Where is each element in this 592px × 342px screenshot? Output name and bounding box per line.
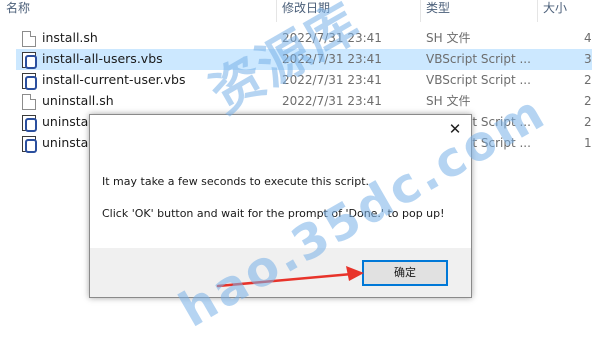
file-size: 2 [584, 94, 592, 108]
dialog-message-line-1: It may take a few seconds to execute thi… [102, 175, 370, 188]
file-date: 2022/7/31 23:41 [282, 73, 382, 87]
file-type: SH 文件 [426, 94, 471, 108]
file-size: 4 [584, 31, 592, 45]
column-divider[interactable] [420, 0, 421, 22]
file-type: SH 文件 [426, 31, 471, 45]
file-size: 2 [584, 73, 592, 87]
ok-button[interactable]: 确定 [362, 260, 448, 286]
file-size: 1 [584, 136, 592, 150]
sh-file-icon [22, 31, 36, 47]
file-row[interactable]: install-current-user.vbs 2022/7/31 23:41… [16, 70, 592, 91]
column-header-bar: 名称 修改日期 类型 大小 [0, 0, 592, 22]
column-header-size[interactable]: 大小 [543, 0, 567, 22]
file-name: uninstall [42, 114, 96, 129]
column-header-type[interactable]: 类型 [426, 0, 450, 22]
vbs-file-icon [22, 73, 37, 90]
vbs-file-icon [22, 136, 37, 153]
vbs-file-icon [22, 52, 37, 69]
file-name: install.sh [42, 30, 98, 45]
file-name: uninstall.sh [42, 93, 114, 108]
column-divider[interactable] [276, 0, 277, 22]
file-row[interactable]: uninstall.sh 2022/7/31 23:41 SH 文件 2 [16, 91, 592, 112]
file-name: uninstall [42, 135, 96, 150]
file-size: 3 [584, 52, 592, 66]
file-row-selected[interactable]: install-all-users.vbs 2022/7/31 23:41 VB… [16, 49, 592, 70]
file-type: VBScript Script ... [426, 52, 531, 66]
column-header-name[interactable]: 名称 [6, 0, 30, 22]
sh-file-icon [22, 94, 36, 110]
dialog-message-line-2: Click 'OK' button and wait for the promp… [102, 207, 445, 220]
file-name: install-current-user.vbs [42, 72, 186, 87]
column-header-date[interactable]: 修改日期 [282, 0, 330, 22]
vbs-file-icon [22, 115, 37, 132]
file-type: VBScript Script ... [426, 73, 531, 87]
file-name: install-all-users.vbs [42, 51, 163, 66]
file-date: 2022/7/31 23:41 [282, 31, 382, 45]
close-icon[interactable]: ✕ [445, 119, 465, 139]
file-row[interactable]: install.sh 2022/7/31 23:41 SH 文件 4 [16, 28, 592, 49]
file-size: 2 [584, 115, 592, 129]
message-dialog: ✕ It may take a few seconds to execute t… [89, 114, 472, 298]
file-date: 2022/7/31 23:41 [282, 52, 382, 66]
column-divider[interactable] [537, 0, 538, 22]
file-date: 2022/7/31 23:41 [282, 94, 382, 108]
